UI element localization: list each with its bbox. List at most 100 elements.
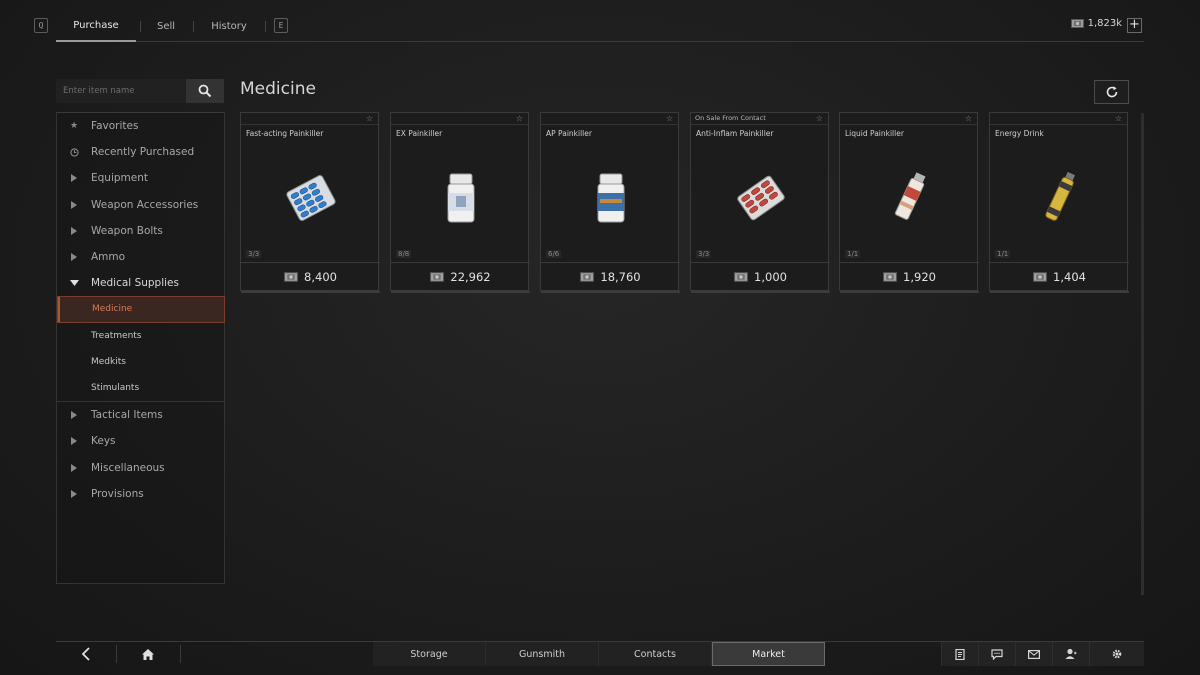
card-header: ☆ bbox=[541, 113, 678, 125]
sidebar-item-provisions[interactable]: Provisions bbox=[57, 481, 224, 507]
tab-contacts[interactable]: Contacts bbox=[599, 642, 712, 666]
mail-button[interactable] bbox=[1015, 642, 1052, 666]
rouble-icon bbox=[883, 271, 898, 282]
item-card-ex-painkiller[interactable]: ☆ EX Painkiller 8/8 22,962 bbox=[390, 112, 530, 293]
price-button[interactable]: 18,760 bbox=[541, 262, 680, 293]
item-card-liquid-painkiller[interactable]: ☆ Liquid Painkiller 1/1 1,920 bbox=[839, 112, 979, 293]
item-card-anti-inflam-painkiller[interactable]: On Sale From Contact ☆ Anti-Inflam Paink… bbox=[690, 112, 830, 293]
sidebar-item-label: Favorites bbox=[91, 120, 139, 133]
chevron-right-icon bbox=[69, 463, 79, 473]
sidebar-item-weapon-accessories[interactable]: Weapon Accessories bbox=[57, 192, 224, 218]
favorite-star-icon[interactable]: ☆ bbox=[366, 113, 373, 124]
card-header: ☆ bbox=[840, 113, 977, 125]
sidebar-item-medical-supplies[interactable]: Medical Supplies bbox=[57, 270, 224, 296]
price-value: 22,962 bbox=[450, 269, 491, 284]
q-key-hint: Q bbox=[34, 18, 48, 33]
page-title: Medicine bbox=[240, 79, 316, 99]
currency-balance: 1,823k bbox=[1070, 18, 1122, 29]
search-input[interactable] bbox=[56, 79, 186, 103]
settings-button[interactable] bbox=[1089, 642, 1144, 666]
tab-history[interactable]: History bbox=[204, 10, 254, 42]
sidebar-subitem-medkits[interactable]: Medkits bbox=[57, 349, 224, 375]
item-name: AP Painkiller bbox=[546, 129, 592, 138]
blister-pack-image bbox=[691, 153, 830, 243]
card-header: ☆ bbox=[391, 113, 528, 125]
bottombar-divider bbox=[180, 645, 181, 663]
add-currency-button[interactable]: + bbox=[1127, 18, 1142, 33]
stock-count: 1/1 bbox=[995, 250, 1011, 258]
sidebar-item-tactical-items[interactable]: Tactical Items bbox=[57, 402, 224, 428]
price-button[interactable]: 1,404 bbox=[990, 262, 1129, 293]
stock-count: 3/3 bbox=[246, 250, 262, 258]
currency-amount: 1,823k bbox=[1087, 18, 1122, 29]
item-card-ap-painkiller[interactable]: ☆ AP Painkiller 6/6 18,760 bbox=[540, 112, 680, 293]
pill-bottle-image bbox=[391, 153, 530, 243]
favorite-star-icon[interactable]: ☆ bbox=[965, 113, 972, 124]
sidebar-item-keys[interactable]: Keys bbox=[57, 428, 224, 454]
price-button[interactable]: 8,400 bbox=[241, 262, 380, 293]
tab-purchase[interactable]: Purchase bbox=[56, 10, 136, 42]
chat-button[interactable] bbox=[978, 642, 1015, 666]
refresh-icon bbox=[1106, 86, 1117, 98]
card-header: ☆ bbox=[241, 113, 378, 125]
sidebar-subitem-medicine[interactable]: Medicine bbox=[57, 296, 225, 323]
profile-icon bbox=[1065, 648, 1077, 659]
favorite-star-icon[interactable]: ☆ bbox=[666, 113, 673, 124]
sidebar-item-favorites[interactable]: ★ Favorites bbox=[57, 113, 224, 139]
tab-divider bbox=[140, 21, 141, 32]
item-search bbox=[56, 79, 224, 103]
item-card-fast-acting-painkiller[interactable]: ☆ Fast-acting Painkiller 3/3 8,400 bbox=[240, 112, 380, 293]
item-grid-scrollbar[interactable] bbox=[1141, 113, 1144, 595]
tab-market[interactable]: Market bbox=[712, 642, 825, 666]
sidebar-item-label: Weapon Accessories bbox=[91, 198, 199, 211]
price-button[interactable]: 1,920 bbox=[840, 262, 979, 293]
settings-icon bbox=[1112, 649, 1122, 659]
pill-bottle-image bbox=[541, 153, 680, 243]
tab-sell[interactable]: Sell bbox=[146, 10, 186, 42]
item-card-energy-drink[interactable]: ☆ Energy Drink 1/1 1,404 bbox=[989, 112, 1129, 293]
tab-storage[interactable]: Storage bbox=[373, 642, 486, 666]
price-button[interactable]: 22,962 bbox=[391, 262, 530, 293]
sidebar-subitem-treatments[interactable]: Treatments bbox=[57, 323, 224, 349]
back-button[interactable] bbox=[56, 642, 116, 666]
notes-button[interactable] bbox=[941, 642, 978, 666]
tab-divider bbox=[265, 21, 266, 32]
stock-count: 6/6 bbox=[546, 250, 562, 258]
star-icon: ★ bbox=[69, 121, 79, 132]
chevron-right-icon bbox=[69, 436, 79, 446]
chevron-right-icon bbox=[69, 252, 79, 262]
profile-button[interactable] bbox=[1052, 642, 1089, 666]
chevron-right-icon bbox=[69, 200, 79, 210]
rouble-icon bbox=[284, 271, 299, 282]
sidebar-item-label: Recently Purchased bbox=[91, 146, 195, 159]
chevron-right-icon bbox=[69, 226, 79, 236]
sidebar-item-recently-purchased[interactable]: Recently Purchased bbox=[57, 139, 224, 165]
sidebar-item-ammo[interactable]: Ammo bbox=[57, 244, 224, 270]
item-name: EX Painkiller bbox=[396, 129, 443, 138]
sidebar-item-weapon-bolts[interactable]: Weapon Bolts bbox=[57, 218, 224, 244]
refresh-button[interactable] bbox=[1094, 80, 1129, 104]
search-icon bbox=[198, 84, 212, 98]
category-sidebar: ★ Favorites Recently Purchased Equipment… bbox=[56, 112, 225, 584]
favorite-star-icon[interactable]: ☆ bbox=[816, 113, 823, 124]
price-value: 1,920 bbox=[903, 269, 936, 284]
favorite-star-icon[interactable]: ☆ bbox=[1115, 113, 1122, 124]
favorite-star-icon[interactable]: ☆ bbox=[516, 113, 523, 124]
sidebar-subitem-stimulants[interactable]: Stimulants bbox=[57, 375, 224, 401]
home-button[interactable] bbox=[116, 642, 180, 666]
search-button[interactable] bbox=[186, 79, 224, 103]
back-arrow-icon bbox=[81, 647, 90, 661]
price-value: 18,760 bbox=[600, 269, 641, 284]
price-value: 8,400 bbox=[304, 269, 337, 284]
price-value: 1,404 bbox=[1053, 269, 1086, 284]
sidebar-item-equipment[interactable]: Equipment bbox=[57, 165, 224, 191]
notes-icon bbox=[955, 648, 965, 660]
sidebar-item-miscellaneous[interactable]: Miscellaneous bbox=[57, 454, 224, 480]
card-banner: On Sale From Contact bbox=[695, 114, 766, 122]
item-name: Anti-Inflam Painkiller bbox=[696, 129, 774, 138]
price-button[interactable]: 1,000 bbox=[691, 262, 830, 293]
mail-icon bbox=[1028, 649, 1040, 659]
tab-gunsmith[interactable]: Gunsmith bbox=[486, 642, 599, 666]
item-name: Energy Drink bbox=[995, 129, 1044, 138]
bottom-navigation: Storage Gunsmith Contacts Market bbox=[56, 641, 1144, 666]
